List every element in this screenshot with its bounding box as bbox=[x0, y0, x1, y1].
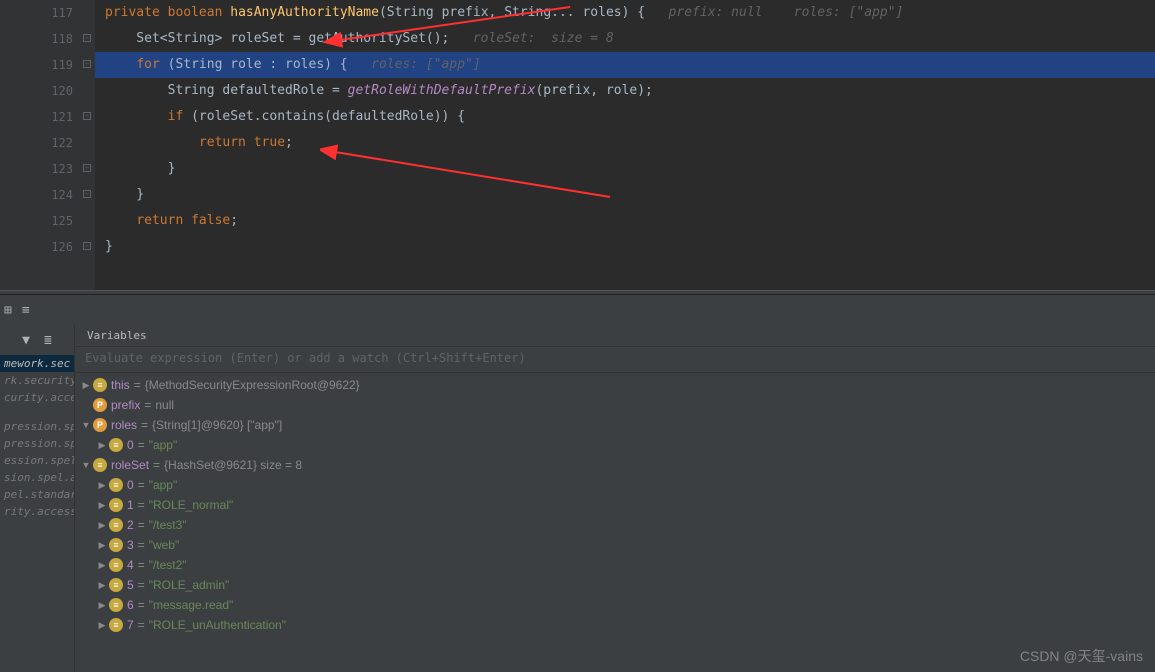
frames-list[interactable]: mework.secrk.security.acurity.access pres… bbox=[0, 355, 74, 520]
field-icon: ≡ bbox=[109, 618, 123, 632]
frame-item[interactable]: curity.access bbox=[0, 389, 74, 406]
debug-toolbar: ⊞ ≡ bbox=[0, 295, 1155, 325]
gutter-line: 121− bbox=[0, 104, 73, 130]
fold-icon[interactable]: − bbox=[83, 242, 91, 250]
gutter-line: @117 bbox=[0, 0, 73, 26]
field-icon: ≡ bbox=[109, 438, 123, 452]
gutter-line: 125 bbox=[0, 208, 73, 234]
code-line-117: private boolean hasAnyAuthorityName(Stri… bbox=[105, 0, 1155, 26]
variables-column: Variables Evaluate expression (Enter) or… bbox=[75, 325, 1155, 672]
watermark: CSDN @天玺-vains bbox=[1020, 646, 1143, 666]
var-roleset-item[interactable]: ▶≡0="app" bbox=[75, 475, 1155, 495]
expand-icon[interactable]: ▼ bbox=[79, 420, 93, 430]
field-icon: ≡ bbox=[109, 518, 123, 532]
variables-header: Variables bbox=[75, 325, 1155, 347]
fold-icon[interactable]: − bbox=[83, 190, 91, 198]
param-icon: P bbox=[93, 418, 107, 432]
gutter-line: 119− bbox=[0, 52, 73, 78]
code-line-123: } bbox=[105, 156, 1155, 182]
gutter-line: 122 bbox=[0, 130, 73, 156]
frame-item[interactable]: rk.security.a bbox=[0, 372, 74, 389]
var-roleset-item[interactable]: ▶≡1="ROLE_normal" bbox=[75, 495, 1155, 515]
expand-icon[interactable]: ▶ bbox=[95, 480, 109, 491]
frame-item[interactable]: ession.spel.a bbox=[0, 452, 74, 469]
var-roleset-item[interactable]: ▶≡2="/test3" bbox=[75, 515, 1155, 535]
frame-item[interactable]: pression.spel. bbox=[0, 418, 74, 435]
fold-icon[interactable]: − bbox=[83, 34, 91, 42]
fold-icon[interactable]: − bbox=[83, 112, 91, 120]
gutter-line: 124− bbox=[0, 182, 73, 208]
frame-item[interactable]: sion.spel.ast) bbox=[0, 469, 74, 486]
expand-icon[interactable]: ▶ bbox=[95, 540, 109, 551]
expand-icon[interactable]: ▶ bbox=[95, 580, 109, 591]
field-icon: ≡ bbox=[109, 558, 123, 572]
table-icon[interactable]: ⊞ bbox=[4, 303, 12, 318]
var-roleset-item[interactable]: ▶≡3="web" bbox=[75, 535, 1155, 555]
expand-icon[interactable]: ▶ bbox=[95, 500, 109, 511]
frame-item[interactable]: mework.sec bbox=[0, 355, 74, 372]
field-icon: ≡ bbox=[93, 378, 107, 392]
gutter-line: 126− bbox=[0, 234, 73, 260]
code-line-118: Set<String> roleSet = getAuthoritySet();… bbox=[105, 26, 1155, 52]
code-line-124: } bbox=[105, 182, 1155, 208]
code-line-122: return true; bbox=[105, 130, 1155, 156]
var-this[interactable]: ▶≡this={MethodSecurityExpressionRoot@962… bbox=[75, 375, 1155, 395]
code-line-119: for (String role : roles) { roles: ["app… bbox=[95, 52, 1155, 78]
code-line-125: return false; bbox=[105, 208, 1155, 234]
field-icon: ≡ bbox=[109, 538, 123, 552]
var-roles[interactable]: ▼Proles={String[1]@9620} ["app"] bbox=[75, 415, 1155, 435]
var-roleset-item[interactable]: ▶≡7="ROLE_unAuthentication" bbox=[75, 615, 1155, 635]
gutter-line: 123− bbox=[0, 156, 73, 182]
frames-column: ▼ ≣ mework.secrk.security.acurity.access… bbox=[0, 325, 75, 672]
debug-panel: ▼ ≣ mework.secrk.security.acurity.access… bbox=[0, 325, 1155, 672]
param-icon: P bbox=[93, 398, 107, 412]
field-icon: ≡ bbox=[109, 478, 123, 492]
expand-icon[interactable]: ▼ bbox=[79, 460, 93, 470]
list-icon[interactable]: ≡ bbox=[22, 303, 30, 318]
gutter: @117 118− 119− 120 121− 122 123− 124− 12… bbox=[0, 0, 95, 290]
var-roleset[interactable]: ▼≡roleSet={HashSet@9621} size = 8 bbox=[75, 455, 1155, 475]
frame-item[interactable]: pel.standard, bbox=[0, 486, 74, 503]
gutter-line: 118− bbox=[0, 26, 73, 52]
var-prefix[interactable]: Pprefix=null bbox=[75, 395, 1155, 415]
var-roleset-item[interactable]: ▶≡4="/test2" bbox=[75, 555, 1155, 575]
code-editor[interactable]: @117 118− 119− 120 121− 122 123− 124− 12… bbox=[0, 0, 1155, 290]
expand-icon[interactable]: ▶ bbox=[95, 600, 109, 611]
var-roleset-item[interactable]: ▶≡5="ROLE_admin" bbox=[75, 575, 1155, 595]
expand-icon[interactable]: ▶ bbox=[95, 440, 109, 451]
expand-icon[interactable]: ▶ bbox=[79, 380, 93, 391]
code-line-120: String defaultedRole = getRoleWithDefaul… bbox=[105, 78, 1155, 104]
frame-item[interactable]: rity.access.e bbox=[0, 503, 74, 520]
var-roleset-item[interactable]: ▶≡6="message.read" bbox=[75, 595, 1155, 615]
field-icon: ≡ bbox=[109, 598, 123, 612]
variables-tree[interactable]: ▶≡this={MethodSecurityExpressionRoot@962… bbox=[75, 373, 1155, 672]
var-roles-0[interactable]: ▶≡0="app" bbox=[75, 435, 1155, 455]
field-icon: ≡ bbox=[109, 578, 123, 592]
field-icon: ≡ bbox=[93, 458, 107, 472]
expand-icon[interactable]: ▶ bbox=[95, 560, 109, 571]
evaluate-input[interactable]: Evaluate expression (Enter) or add a wat… bbox=[75, 347, 1155, 373]
expand-icon[interactable]: ▶ bbox=[95, 620, 109, 631]
gutter-line: 120 bbox=[0, 78, 73, 104]
filter-icon[interactable]: ▼ bbox=[22, 333, 30, 348]
frames-toolbar: ▼ ≣ bbox=[0, 325, 74, 355]
stack-icon[interactable]: ≣ bbox=[44, 333, 52, 348]
fold-icon[interactable]: − bbox=[83, 164, 91, 172]
code-content[interactable]: private boolean hasAnyAuthorityName(Stri… bbox=[95, 0, 1155, 290]
expand-icon[interactable]: ▶ bbox=[95, 520, 109, 531]
field-icon: ≡ bbox=[109, 498, 123, 512]
fold-icon[interactable]: − bbox=[83, 60, 91, 68]
code-line-121: if (roleSet.contains(defaultedRole)) { bbox=[105, 104, 1155, 130]
frame-item[interactable]: pression.spe bbox=[0, 435, 74, 452]
code-line-126: } bbox=[105, 234, 1155, 260]
